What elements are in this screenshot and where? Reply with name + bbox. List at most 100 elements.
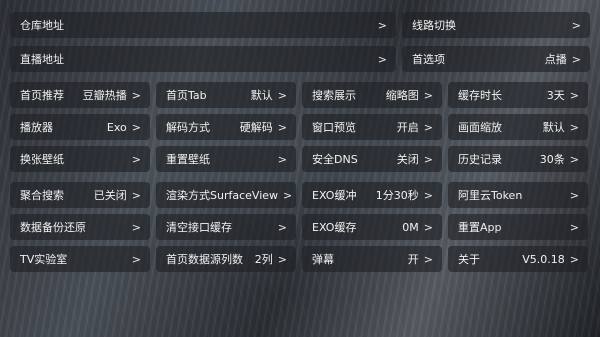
- settings-grid-row: 聚合搜索 已关闭 > 渲染方式 SurfaceView > EXO缓冲 1分30秒 >…: [10, 182, 590, 208]
- setting-home-source-columns[interactable]: 首页数据源列数 2列 >: [156, 246, 296, 272]
- setting-screen-scale[interactable]: 画面缩放 默认 >: [448, 114, 588, 140]
- chevron-right-icon: >: [569, 252, 579, 266]
- setting-label: 画面缩放: [458, 121, 502, 134]
- chevron-right-icon: >: [131, 152, 141, 166]
- chevron-right-icon: >: [423, 188, 433, 202]
- chevron-right-icon: >: [131, 252, 141, 266]
- setting-label: 首页推荐: [20, 89, 64, 102]
- setting-value: 开启: [396, 121, 419, 134]
- setting-label: 搜索展示: [312, 89, 356, 102]
- setting-line-switch[interactable]: 线路切换 >: [402, 12, 590, 38]
- setting-label: 线路切换: [412, 19, 456, 32]
- setting-danmaku[interactable]: 弹幕 开 >: [302, 246, 442, 272]
- chevron-right-icon: >: [423, 252, 433, 266]
- chevron-right-icon: >: [571, 52, 581, 66]
- setting-label: 弹幕: [312, 253, 334, 266]
- setting-value: 3天: [546, 89, 565, 102]
- setting-render-mode[interactable]: 渲染方式 SurfaceView >: [156, 182, 296, 208]
- setting-reset-wallpaper[interactable]: 重置壁纸 >: [156, 146, 296, 172]
- setting-value: 2列: [254, 253, 273, 266]
- settings-row-live: 直播地址 > 首选项 点播 >: [10, 46, 590, 72]
- chevron-right-icon: >: [569, 188, 579, 202]
- chevron-right-icon: >: [569, 220, 579, 234]
- setting-tv-lab[interactable]: TV实验室 >: [10, 246, 150, 272]
- settings-row-repo: 仓库地址 > 线路切换 >: [10, 12, 590, 38]
- setting-value: Exo: [106, 120, 127, 134]
- setting-label: 重置壁纸: [166, 153, 210, 166]
- setting-aggregate-search[interactable]: 聚合搜索 已关闭 >: [10, 182, 150, 208]
- chevron-right-icon: >: [131, 120, 141, 134]
- setting-value: 豆瓣热播: [82, 89, 127, 102]
- setting-home-recommend[interactable]: 首页推荐 豆瓣热播 >: [10, 82, 150, 108]
- setting-exo-buffer[interactable]: EXO缓冲 1分30秒 >: [302, 182, 442, 208]
- setting-value: 30条: [539, 153, 565, 166]
- setting-value: 已关闭: [93, 189, 127, 202]
- setting-label: 首页数据源列数: [166, 253, 243, 266]
- setting-value: 点播: [544, 53, 567, 66]
- chevron-right-icon: >: [131, 188, 141, 202]
- settings-grid-row: 数据备份还原 > 清空接口缓存 > EXO缓存 0M > 重置App >: [10, 214, 590, 240]
- setting-value: 默认: [542, 121, 565, 134]
- setting-live-address[interactable]: 直播地址 >: [10, 46, 396, 72]
- setting-label: 重置App: [458, 221, 502, 234]
- setting-label: 首选项: [412, 53, 445, 66]
- chevron-right-icon: >: [377, 18, 387, 32]
- setting-value: V5.0.18: [522, 252, 565, 266]
- setting-label: 换张壁纸: [20, 153, 64, 166]
- setting-preference[interactable]: 首选项 点播 >: [402, 46, 590, 72]
- chevron-right-icon: >: [423, 88, 433, 102]
- setting-player[interactable]: 播放器 Exo >: [10, 114, 150, 140]
- setting-label: 仓库地址: [20, 19, 64, 32]
- chevron-right-icon: >: [571, 18, 581, 32]
- settings-grid-row: 换张壁纸 > 重置壁纸 > 安全DNS 关闭 > 历史记录 30条 >: [10, 146, 590, 172]
- settings-grid-row: 播放器 Exo > 解码方式 硬解码 > 窗口预览 开启 > 画面缩放 默认 >: [10, 114, 590, 140]
- setting-repo-address[interactable]: 仓库地址 >: [10, 12, 396, 38]
- chevron-right-icon: >: [569, 152, 579, 166]
- setting-label: 阿里云Token: [458, 189, 523, 202]
- setting-history[interactable]: 历史记录 30条 >: [448, 146, 588, 172]
- setting-label: EXO缓存: [312, 221, 357, 234]
- setting-change-wallpaper[interactable]: 换张壁纸 >: [10, 146, 150, 172]
- setting-data-backup[interactable]: 数据备份还原 >: [10, 214, 150, 240]
- chevron-right-icon: >: [277, 88, 287, 102]
- setting-value: SurfaceView: [210, 188, 279, 202]
- setting-label: 解码方式: [166, 121, 210, 134]
- setting-exo-cache[interactable]: EXO缓存 0M >: [302, 214, 442, 240]
- setting-clear-api-cache[interactable]: 清空接口缓存 >: [156, 214, 296, 240]
- setting-label: 播放器: [20, 121, 53, 134]
- setting-value: 默认: [250, 89, 273, 102]
- setting-secure-dns[interactable]: 安全DNS 关闭 >: [302, 146, 442, 172]
- setting-label: 关于: [458, 253, 480, 266]
- chevron-right-icon: >: [131, 88, 141, 102]
- setting-label: 数据备份还原: [20, 221, 86, 234]
- chevron-right-icon: >: [131, 220, 141, 234]
- setting-label: 聚合搜索: [20, 189, 64, 202]
- setting-label: 窗口预览: [312, 121, 356, 134]
- setting-value: 硬解码: [239, 121, 273, 134]
- setting-aliyun-token[interactable]: 阿里云Token >: [448, 182, 588, 208]
- setting-about[interactable]: 关于 V5.0.18 >: [448, 246, 588, 272]
- setting-reset-app[interactable]: 重置App >: [448, 214, 588, 240]
- chevron-right-icon: >: [569, 88, 579, 102]
- setting-cache-duration[interactable]: 缓存时长 3天 >: [448, 82, 588, 108]
- setting-label: 缓存时长: [458, 89, 502, 102]
- setting-label: 直播地址: [20, 53, 64, 66]
- setting-label: 安全DNS: [312, 153, 358, 166]
- settings-panel: 仓库地址 > 线路切换 > 直播地址 > 首选项 点播 > 首页推荐 豆瓣热播 >…: [10, 12, 590, 278]
- chevron-right-icon: >: [423, 152, 433, 166]
- setting-value: 关闭: [396, 153, 419, 166]
- setting-home-tab[interactable]: 首页Tab 默认 >: [156, 82, 296, 108]
- chevron-right-icon: >: [277, 152, 287, 166]
- chevron-right-icon: >: [283, 188, 293, 202]
- chevron-right-icon: >: [277, 120, 287, 134]
- settings-grid-row: 首页推荐 豆瓣热播 > 首页Tab 默认 > 搜索展示 缩略图 > 缓存时长 3天 >: [10, 82, 590, 108]
- setting-label: TV实验室: [20, 253, 68, 266]
- setting-window-preview[interactable]: 窗口预览 开启 >: [302, 114, 442, 140]
- setting-value: 缩略图: [385, 89, 419, 102]
- chevron-right-icon: >: [277, 220, 287, 234]
- chevron-right-icon: >: [377, 52, 387, 66]
- setting-search-display[interactable]: 搜索展示 缩略图 >: [302, 82, 442, 108]
- setting-value: 0M: [402, 220, 419, 234]
- chevron-right-icon: >: [423, 220, 433, 234]
- setting-decode-mode[interactable]: 解码方式 硬解码 >: [156, 114, 296, 140]
